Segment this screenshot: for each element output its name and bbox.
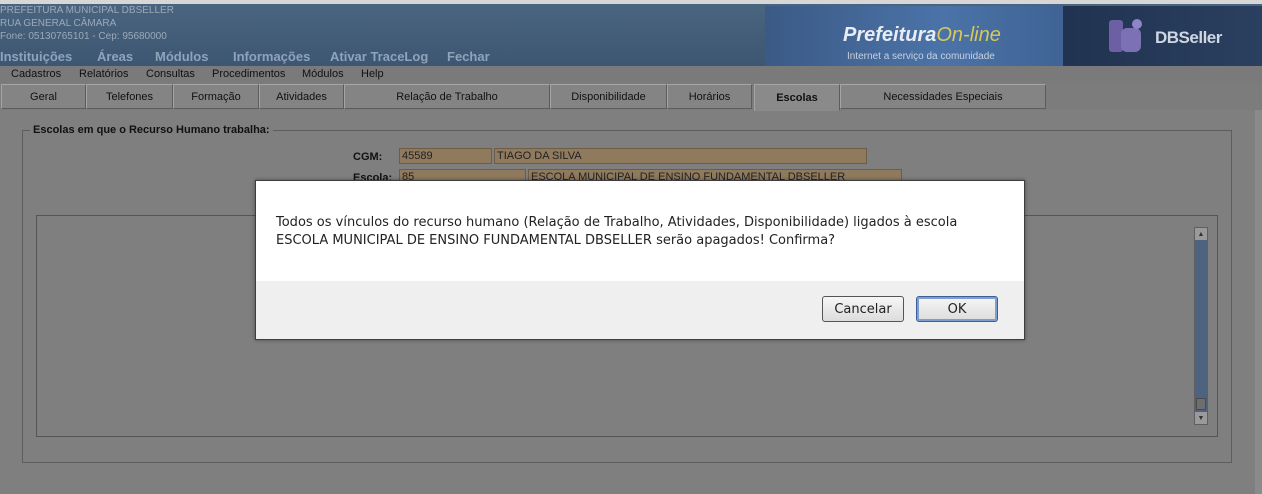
brand-prefeitura-text: Prefeitura [843,24,937,46]
dialog-message-line-1: Todos os vínculos do recurso humano (Rel… [276,215,958,230]
main-menu-ativar-tracelog[interactable]: Ativar TraceLog [330,49,428,64]
main-menu-modulos[interactable]: Módulos [155,49,208,64]
tab-bar: Geral Telefones Formação Atividades Rela… [0,83,1262,111]
scroll-thumb[interactable] [1196,398,1206,410]
menu-consultas[interactable]: Consultas [146,68,195,80]
dbseller-logo-icon [1109,19,1142,52]
tab-relacao-de-trabalho[interactable]: Relação de Trabalho [344,84,550,109]
prefeitura-online-logo: PrefeituraOn-line Internet a serviço da … [765,6,1063,66]
tab-escolas[interactable]: Escolas [754,84,840,111]
org-name: PREFEITURA MUNICIPAL DBSELLER [0,5,174,16]
confirm-dialog: Todos os vínculos do recurso humano (Rel… [255,180,1025,340]
window-top-border [0,0,1262,4]
tab-horarios[interactable]: Horários [667,84,752,109]
tab-telefones[interactable]: Telefones [86,84,173,109]
menu-modulos[interactable]: Módulos [302,68,344,80]
dbseller-logo: DBSeller [1063,6,1262,66]
menu-help[interactable]: Help [361,68,384,80]
main-menu-areas[interactable]: Áreas [97,49,133,64]
scroll-down-icon[interactable]: ▼ [1195,412,1207,424]
dialog-message: Todos os vínculos do recurso humano (Rel… [276,214,1006,250]
menu-cadastros[interactable]: Cadastros [11,68,61,80]
menu-relatorios[interactable]: Relatórios [79,68,129,80]
main-menu-instituicoes[interactable]: Instituições [0,49,72,64]
brand-tagline: Internet a serviço da comunidade [847,51,995,62]
cancel-button[interactable]: Cancelar [822,296,904,322]
main-menu-informacoes[interactable]: Informações [233,49,310,64]
tab-atividades[interactable]: Atividades [259,84,344,109]
menu-procedimentos[interactable]: Procedimentos [212,68,285,80]
cgm-code-field[interactable]: 45589 [399,148,492,164]
cgm-name-field[interactable]: TIAGO DA SILVA [494,148,867,164]
tab-geral[interactable]: Geral [1,84,86,109]
ok-button[interactable]: OK [916,296,998,322]
dialog-message-line-2: ESCOLA MUNICIPAL DE ENSINO FUNDAMENTAL D… [276,233,836,248]
dialog-footer: Cancelar OK [256,281,1024,339]
main-menu-fechar[interactable]: Fechar [447,49,490,64]
app-header: PREFEITURA MUNICIPAL DBSELLER RUA GENERA… [0,0,1262,66]
list-scrollbar[interactable]: ▲ ▼ [1194,227,1208,425]
brand-online-text: On-line [936,24,1001,46]
org-contact: Fone: 05130765101 - Cep: 95680000 [0,31,167,42]
menu-bar: Cadastros Relatórios Consultas Procedime… [0,66,1262,83]
tab-formacao[interactable]: Formação [173,84,259,109]
cgm-label: CGM: [353,151,383,163]
fieldset-legend: Escolas em que o Recurso Humano trabalha… [30,124,273,136]
org-address: RUA GENERAL CÂMARA [0,18,117,29]
scroll-up-icon[interactable]: ▲ [1195,228,1207,240]
tab-necessidades-especiais[interactable]: Necessidades Especiais [840,84,1046,109]
tab-disponibilidade[interactable]: Disponibilidade [550,84,667,109]
page-scrollbar[interactable] [1255,110,1262,494]
dbseller-name: DBSeller [1155,28,1222,47]
